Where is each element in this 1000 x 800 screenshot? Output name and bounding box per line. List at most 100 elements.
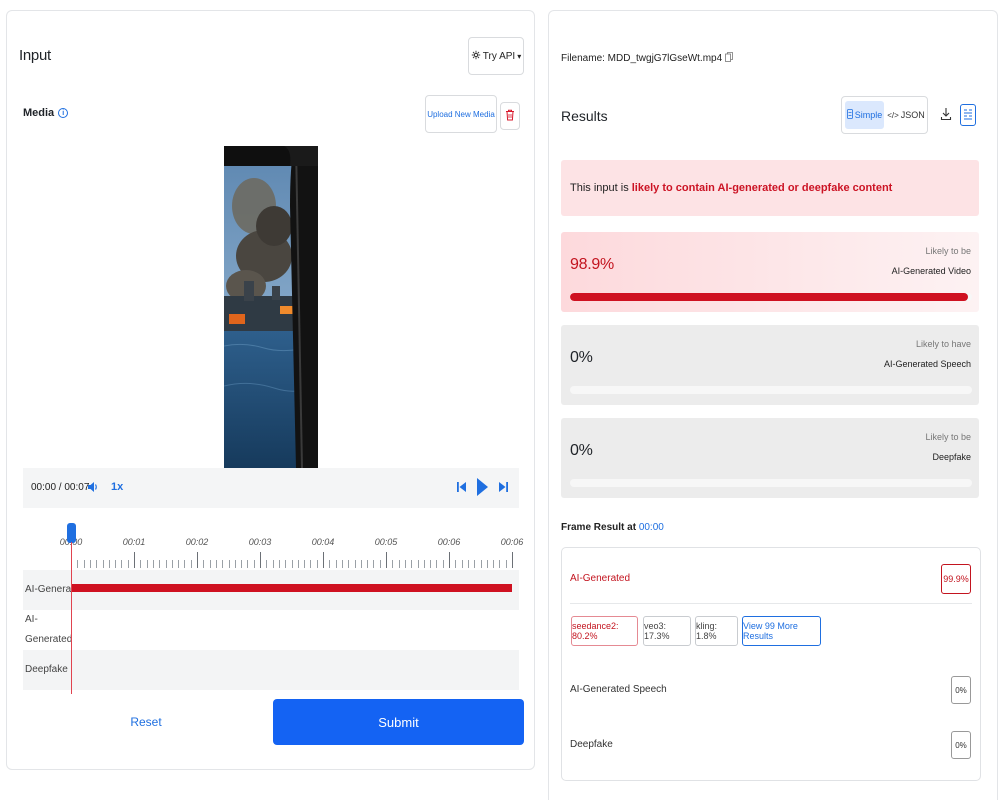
timeline-tick-label: 00:01 bbox=[122, 537, 146, 547]
frame-deepfake-label: Deepfake bbox=[570, 739, 613, 750]
volume-icon[interactable] bbox=[86, 480, 100, 497]
timeline-tick bbox=[297, 560, 299, 568]
timeline-tick bbox=[480, 560, 482, 568]
score-card-ai-video: 98.9% Likely to be AI-Generated Video bbox=[561, 232, 979, 312]
frame-result-card: AI-Generated 99.9% seedance2: 80.2% veo3… bbox=[561, 547, 981, 781]
timeline-tick bbox=[121, 560, 123, 568]
play-icon[interactable] bbox=[475, 476, 489, 501]
score-bar bbox=[570, 293, 972, 301]
timeline-tick bbox=[423, 560, 425, 568]
reset-button[interactable]: Reset bbox=[23, 699, 269, 745]
timeline-tick bbox=[241, 560, 243, 568]
verdict-highlight: likely to contain AI-generated or deepfa… bbox=[631, 182, 893, 194]
timeline-tick bbox=[203, 560, 205, 568]
code-icon: </> bbox=[887, 110, 899, 120]
copy-icon[interactable] bbox=[725, 52, 734, 65]
score-card-deepfake: 0% Likely to be Deepfake bbox=[561, 418, 979, 498]
ai-generated-segment[interactable] bbox=[71, 584, 512, 592]
list-icon bbox=[846, 109, 853, 121]
skip-forward-icon[interactable] bbox=[497, 480, 509, 497]
timeline-tick bbox=[335, 560, 337, 568]
verdict-prefix: This input is bbox=[570, 182, 632, 194]
delete-button[interactable] bbox=[500, 102, 520, 130]
filename-text: Filename: MDD_twgjG7lGseWt.mp4 bbox=[561, 53, 723, 64]
timeline-tick bbox=[499, 560, 501, 568]
timeline-tick bbox=[146, 560, 148, 568]
timeline-tick bbox=[323, 552, 324, 568]
frame-speech-badge: 0% bbox=[951, 676, 971, 704]
timeline-tick-label: 00:04 bbox=[311, 537, 335, 547]
view-more-results-button[interactable]: View 99 More Results bbox=[742, 616, 821, 646]
results-title: Results bbox=[561, 108, 608, 124]
timeline-tick bbox=[247, 560, 249, 568]
track-row-deepfake: Deepfake bbox=[23, 650, 519, 690]
media-label-text: Media bbox=[23, 107, 55, 119]
info-icon[interactable]: i bbox=[58, 108, 69, 118]
video-player-controls: 00:00 / 00:07 1x bbox=[23, 468, 519, 508]
frame-ai-generated-badge: 99.9% bbox=[941, 564, 971, 594]
timeline-tick-label: 00:05 bbox=[374, 537, 398, 547]
track-row-ai-generated-speech: AI-Generated Speech bbox=[23, 610, 519, 665]
timeline-tick-label: 00:02 bbox=[185, 537, 209, 547]
timeline-tick bbox=[127, 560, 129, 568]
score-card-ai-speech: 0% Likely to have AI-Generated Speech bbox=[561, 325, 979, 405]
timeline-tick bbox=[354, 560, 356, 568]
timeline[interactable]: 00:0000:0100:0200:0300:0400:0500:0600:06… bbox=[23, 516, 523, 694]
timeline-tick bbox=[404, 560, 406, 568]
timeline-tick bbox=[165, 560, 167, 568]
timeline-tick bbox=[398, 560, 400, 568]
timeline-tick bbox=[77, 560, 79, 568]
video-preview[interactable] bbox=[224, 146, 318, 468]
track-row-ai-generated: AI-Generated bbox=[23, 570, 519, 610]
skip-back-icon[interactable] bbox=[456, 480, 468, 497]
submit-button[interactable]: Submit bbox=[273, 699, 524, 745]
view-simple-button[interactable]: Simple bbox=[845, 101, 884, 129]
score-category: Deepfake bbox=[932, 452, 971, 462]
timeline-tick bbox=[348, 560, 350, 568]
timeline-tick bbox=[467, 560, 469, 568]
try-api-button[interactable]: Try API ▾ bbox=[468, 37, 524, 75]
timeline-tick bbox=[436, 560, 438, 568]
timeline-tick bbox=[392, 560, 394, 568]
timeline-tick bbox=[430, 560, 432, 568]
timeline-tick bbox=[411, 560, 413, 568]
timeline-tick bbox=[291, 560, 293, 568]
timeline-tick bbox=[304, 560, 306, 568]
timeline-tick bbox=[266, 560, 268, 568]
timeline-tick bbox=[493, 560, 495, 568]
timeline-tick bbox=[360, 560, 362, 568]
timeline-tick bbox=[89, 560, 91, 568]
timeline-tick bbox=[417, 560, 419, 568]
timeline-tick bbox=[442, 560, 444, 568]
frame-ai-generated-label: AI-Generated bbox=[570, 573, 631, 584]
timeline-tick bbox=[260, 552, 261, 568]
filename: Filename: MDD_twgjG7lGseWt.mp4 bbox=[561, 52, 734, 65]
timeline-tick bbox=[329, 560, 331, 568]
timeline-tick bbox=[215, 560, 217, 568]
layout-icon[interactable] bbox=[960, 104, 976, 126]
score-percent: 0% bbox=[570, 442, 593, 459]
timeline-tick bbox=[152, 560, 154, 568]
model-chip[interactable]: veo3: 17.3% bbox=[643, 616, 691, 646]
download-icon[interactable] bbox=[940, 107, 952, 124]
timeline-tick bbox=[197, 552, 198, 568]
view-json-button[interactable]: </> JSON bbox=[887, 101, 925, 129]
playhead-line bbox=[71, 542, 72, 694]
score-qualifier: Likely to be bbox=[925, 246, 971, 256]
timeline-tick bbox=[102, 560, 104, 568]
view-json-label: JSON bbox=[900, 110, 925, 120]
timeline-tick-label: 00:06 bbox=[500, 537, 524, 547]
timeline-tick bbox=[341, 560, 343, 568]
model-chip[interactable]: seedance2: 80.2% bbox=[571, 616, 638, 646]
score-bar bbox=[570, 386, 972, 394]
timeline-scrub-handle[interactable] bbox=[67, 523, 76, 543]
playback-speed-button[interactable]: 1x bbox=[111, 481, 123, 493]
upload-new-media-button[interactable]: Upload New Media bbox=[425, 95, 497, 133]
timeline-tick bbox=[316, 560, 318, 568]
timeline-tick bbox=[272, 560, 274, 568]
timeline-tick bbox=[228, 560, 230, 568]
frame-result-time[interactable]: 00:00 bbox=[639, 522, 664, 533]
timeline-tick bbox=[209, 560, 211, 568]
timeline-tick bbox=[222, 560, 224, 568]
model-chip[interactable]: kling: 1.8% bbox=[695, 616, 738, 646]
